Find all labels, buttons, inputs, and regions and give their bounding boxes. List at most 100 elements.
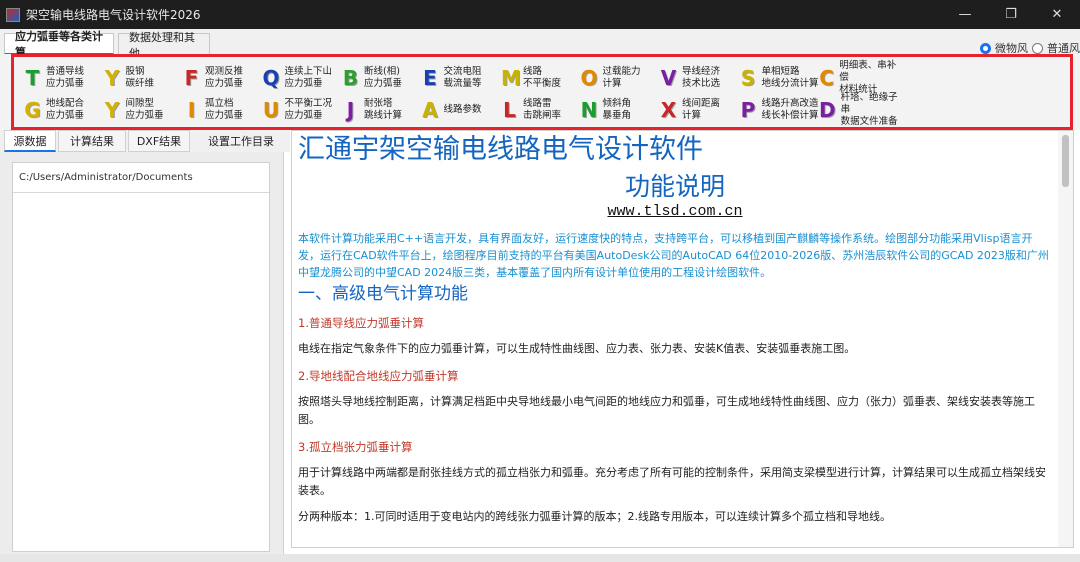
tool-label: 过载能力 计算: [602, 66, 641, 89]
tool-button-row2-7[interactable]: N 倾斜角 暴垂角: [581, 96, 661, 124]
item-1-title: 1.普通导线应力弧垂计算: [298, 316, 424, 330]
panel-tab-bar: 源数据 计算结果 DXF结果 设置工作目录: [0, 130, 290, 152]
tool-button-row2-2[interactable]: I 孤立档 应力弧垂: [183, 96, 263, 124]
tool-label: 导线经济 技术比选: [682, 66, 721, 89]
document-viewer[interactable]: 汇通宇架空输电线路电气设计软件 功能说明 www.tlsd.com.cn 本软件…: [291, 130, 1074, 548]
tool-button-row2-1[interactable]: Y 间隙型 应力弧垂: [104, 96, 184, 124]
tool-button-row1-1[interactable]: Y 股钢 碳纤维: [104, 64, 184, 92]
tool-label: 单相短路 地线分流计算: [761, 66, 819, 89]
tab-dxf-results[interactable]: DXF结果: [128, 130, 190, 152]
tool-button-row1-6[interactable]: M 线路 不平衡度: [501, 64, 581, 92]
tool-label: 倾斜角 暴垂角: [602, 98, 632, 121]
item-2-title: 2.导地线配合地线应力弧垂计算: [298, 369, 459, 383]
tool-button-row2-6[interactable]: L 线路雷 击跳闸率: [501, 96, 581, 124]
tool-label: 观测反推 应力弧垂: [205, 66, 244, 89]
tool-label: 普通导线 应力弧垂: [46, 66, 85, 89]
tool-button-row1-4[interactable]: B 断线(相) 应力弧垂: [342, 64, 422, 92]
tool-button-row2-8[interactable]: X 线间距离 计算: [660, 96, 740, 124]
tool-letter-icon: A: [422, 98, 438, 122]
tool-letter-icon: P: [740, 98, 756, 122]
tool-label: 线路参数: [443, 104, 482, 115]
item-2-body: 按照塔头导地线控制距离，计算满足档距中央导地线最小电气间距的地线应力和弧垂，可生…: [298, 395, 1035, 426]
tool-button-row2-3[interactable]: U 不平衡工况 应力弧垂: [263, 96, 343, 124]
section-heading: 一、高级电气计算功能: [298, 284, 468, 304]
tool-letter-icon: B: [342, 66, 359, 90]
item-3-note: 分两种版本：1.可同时适用于变电站内的跨线张力弧垂计算的版本；2.线路专用版本，…: [298, 510, 891, 523]
tool-button-row2-5[interactable]: A 线路参数: [422, 96, 502, 124]
tool-button-row1-3[interactable]: Q 连续上下山 应力弧垂: [263, 64, 343, 92]
tool-letter-icon: D: [819, 98, 836, 122]
document-content: 汇通宇架空输电线路电气设计软件 功能说明 www.tlsd.com.cn 本软件…: [292, 131, 1058, 547]
tool-button-row1-5[interactable]: E 交流电阻 载流量等: [422, 64, 502, 92]
tool-letter-icon: T: [25, 66, 40, 90]
minimize-button[interactable]: —: [942, 0, 988, 29]
tool-label: 耐张塔 跳线计算: [364, 98, 403, 121]
calculation-toolbar: T 普通导线 应力弧垂 Y 股钢 碳纤维 F 观测反推 应力弧垂 Q 连续上下山 应力弧垂 B 断…: [0, 54, 1080, 130]
vertical-scrollbar[interactable]: [1058, 131, 1073, 547]
tool-label: 明细表、串补偿 材料统计: [839, 60, 897, 95]
path-divider: [13, 192, 269, 193]
status-strip: [0, 554, 1080, 562]
tool-button-row1-9[interactable]: S 单相短路 地线分流计算: [740, 64, 820, 92]
tool-label: 股钢 碳纤维: [125, 66, 155, 89]
tool-letter-icon: S: [740, 66, 756, 90]
tool-label: 线间距离 计算: [682, 98, 721, 121]
tool-letter-icon: X: [660, 98, 677, 122]
tab-source-data[interactable]: 源数据: [4, 130, 56, 152]
app-icon: [6, 7, 20, 22]
maximize-button[interactable]: ❐: [988, 0, 1034, 29]
tool-label: 不平衡工况 应力弧垂: [284, 98, 333, 121]
doc-subtitle: 功能说明: [624, 172, 725, 201]
tool-letter-icon: V: [660, 66, 677, 90]
item-3-body: 用于计算线路中两端都是耐张挂线方式的孤立档张力和弧垂。充分考虑了所有可能的控制条…: [298, 466, 1046, 497]
tab-data-processing[interactable]: 数据处理和其他: [118, 31, 210, 60]
tool-button-row2-9[interactable]: P 线路升高改造 线长补偿计算: [740, 96, 820, 124]
toolbar-row-2: G 地线配合 应力弧垂 Y 间隙型 应力弧垂 I 孤立档 应力弧垂 U 不平衡工况 应力弧垂 J…: [24, 92, 899, 127]
tool-button-row2-4[interactable]: J 耐张塔 跳线计算: [342, 96, 422, 124]
tool-label: 杆塔、绝缘子串 数据文件准备: [840, 92, 898, 127]
tool-button-row1-2[interactable]: F 观测反推 应力弧垂: [183, 64, 263, 92]
tool-button-row2-10[interactable]: D 杆塔、绝缘子串 数据文件准备: [819, 92, 899, 127]
tool-label: 线路雷 击跳闸率: [523, 98, 562, 121]
close-button[interactable]: ✕: [1034, 0, 1080, 29]
tool-label: 间隙型 应力弧垂: [125, 98, 164, 121]
tool-letter-icon: Q: [262, 66, 280, 90]
doc-title: 汇通宇架空输电线路电气设计软件: [298, 134, 703, 165]
radio-mode-1[interactable]: [980, 42, 991, 54]
tool-letter-icon: G: [24, 98, 41, 122]
radio-mode-2[interactable]: [1032, 42, 1043, 54]
tool-letter-icon: F: [184, 66, 199, 90]
source-data-panel: C:/Users/Administrator/Documents: [0, 152, 284, 554]
tool-letter-icon: J: [346, 98, 355, 122]
tool-button-row1-10[interactable]: C 明细表、串补偿 材料统计: [819, 60, 899, 95]
tab-results[interactable]: 计算结果: [58, 130, 126, 152]
tool-letter-icon: L: [503, 98, 516, 122]
doc-url-link[interactable]: www.tlsd.com.cn: [298, 202, 1052, 222]
directory-list[interactable]: C:/Users/Administrator/Documents: [12, 162, 270, 552]
tool-label: 断线(相) 应力弧垂: [364, 66, 403, 89]
tab-calculations[interactable]: 应力弧垂等各类计算: [4, 30, 114, 59]
scrollbar-thumb[interactable]: [1062, 135, 1069, 187]
tool-button-row1-8[interactable]: V 导线经济 技术比选: [660, 64, 740, 92]
tool-letter-icon: I: [187, 98, 196, 122]
tool-label: 地线配合 应力弧垂: [46, 98, 85, 121]
doc-intro: 本软件计算功能采用C++语言开发，具有界面友好，运行速度快的特点，支持跨平台，可…: [298, 232, 1049, 279]
tool-label: 交流电阻 载流量等: [443, 66, 482, 89]
tool-button-row1-0[interactable]: T 普通导线 应力弧垂: [24, 64, 104, 92]
tab-set-work-dir[interactable]: 设置工作目录: [192, 130, 290, 152]
tool-letter-icon: O: [580, 66, 598, 90]
window-controls: — ❐ ✕: [942, 0, 1080, 29]
tool-label: 线路 不平衡度: [523, 66, 562, 89]
tool-label: 连续上下山 应力弧垂: [284, 66, 333, 89]
main-tab-bar: 应力弧垂等各类计算 数据处理和其他: [0, 29, 1080, 60]
title-bar: 架空输电线路电气设计软件2026 — ❐ ✕: [0, 0, 1080, 29]
item-3-title: 3.孤立档张力弧垂计算: [298, 440, 413, 454]
item-1-body: 电线在指定气象条件下的应力弧垂计算，可以生成特性曲线图、应力表、张力表、安装K值…: [298, 342, 856, 355]
tool-letter-icon: Y: [104, 66, 120, 90]
tool-button-row1-7[interactable]: O 过载能力 计算: [581, 64, 661, 92]
tool-letter-icon: Y: [104, 98, 120, 122]
tool-label: 孤立档 应力弧垂: [205, 98, 244, 121]
tool-button-row2-0[interactable]: G 地线配合 应力弧垂: [24, 96, 104, 124]
toolbar-highlight-frame: T 普通导线 应力弧垂 Y 股钢 碳纤维 F 观测反推 应力弧垂 Q 连续上下山 应力弧垂 B 断…: [11, 54, 1073, 130]
work-directory-path[interactable]: C:/Users/Administrator/Documents: [19, 172, 193, 183]
